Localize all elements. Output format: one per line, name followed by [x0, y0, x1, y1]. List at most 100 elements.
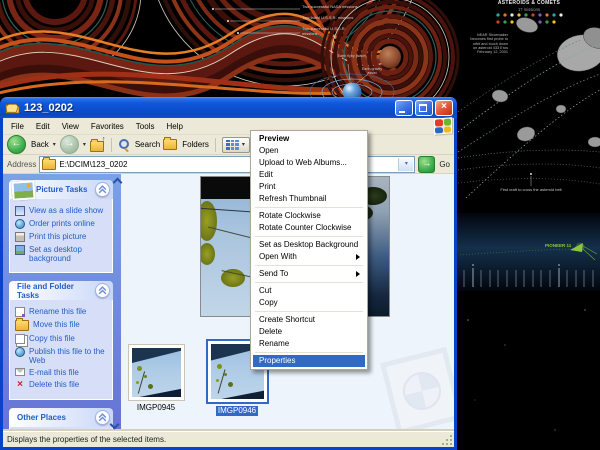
context-menu-item-open-with[interactable]: Open With [253, 251, 365, 263]
context-menu-item-upload-web-albums[interactable]: Upload to Web Albums... [253, 157, 365, 169]
context-menu-item-edit[interactable]: Edit [253, 169, 365, 181]
context-menu-item-delete[interactable]: Delete [253, 326, 365, 338]
minimize-button[interactable] [395, 100, 413, 116]
menu-edit[interactable]: Edit [30, 120, 56, 133]
back-dropdown-icon[interactable]: ▾ [53, 141, 56, 148]
forward-dropdown-icon[interactable]: ▾ [83, 141, 86, 148]
address-dropdown-button[interactable]: ▾ [398, 158, 413, 171]
task-view-as-slideshow[interactable]: View as a slide show [15, 206, 109, 216]
window-main: Picture Tasks View as a slide show Order… [3, 174, 454, 431]
panel-other-places-header[interactable]: Other Places [9, 408, 113, 427]
order-prints-icon [15, 219, 25, 229]
views-grid-icon [226, 140, 239, 150]
window-title: 123_0202 [24, 102, 393, 114]
up-button[interactable]: ↑ [90, 137, 105, 152]
wallpaper-mission-note-1: Two successful NASA missions [302, 5, 360, 10]
wallpaper-earth-gravity-label: Earth gravity assist [357, 67, 387, 75]
explorer-window: 123_0202 × File Edit View Favorites Tool… [0, 97, 457, 450]
thumbnail-image[interactable] [132, 348, 181, 397]
panel-file-folder-tasks-header[interactable]: File and Folder Tasks [9, 281, 113, 300]
context-menu-item-rotate-counter-clockwise[interactable]: Rotate Counter Clockwise [253, 222, 365, 234]
context-menu-item-set-as-desktop-background[interactable]: Set as Desktop Background [253, 239, 365, 251]
context-menu-item-send-to[interactable]: Send To [253, 268, 365, 280]
task-copy-this-file[interactable]: Copy this file [15, 334, 109, 344]
context-menu-item-preview[interactable]: Preview [253, 133, 365, 145]
wallpaper-earth-flyby-label: Earth flyby (twice) [337, 54, 367, 58]
menu-separator [255, 236, 363, 237]
context-menu-item-cut[interactable]: Cut [253, 285, 365, 297]
resize-grip[interactable] [442, 435, 452, 445]
back-button[interactable]: ← [7, 135, 26, 154]
collapse-button[interactable] [95, 182, 110, 197]
window-frame: File Edit View Favorites Tools Help ← Ba… [0, 118, 457, 450]
context-menu-item-print[interactable]: Print [253, 181, 365, 193]
delete-icon: × [15, 380, 25, 390]
folders-icon[interactable] [163, 139, 177, 150]
go-button[interactable]: → [418, 156, 435, 173]
panel-body: Rename this file Move this file Copy thi… [9, 300, 113, 400]
email-icon [15, 368, 25, 376]
context-menu-item-open[interactable]: Open [253, 145, 365, 157]
forward-button[interactable]: → [60, 135, 79, 154]
file-imgp0945[interactable]: IMGP0945 [127, 344, 185, 413]
menu-view[interactable]: View [56, 120, 85, 133]
collapse-button[interactable] [95, 283, 110, 298]
go-label[interactable]: Go [439, 160, 450, 169]
picture-folder-watermark-icon [380, 347, 454, 431]
menu-separator [255, 352, 363, 353]
context-menu-item-rename[interactable]: Rename [253, 338, 365, 350]
toolbar: ← Back ▾ → ▾ ↑ Search Folders ▾ [3, 135, 454, 155]
address-bar: Address ▾ → Go [3, 155, 454, 174]
collapse-button[interactable] [95, 410, 110, 425]
search-label[interactable]: Search [135, 140, 160, 149]
picture-tasks-icon [11, 180, 35, 201]
context-menu-item-rotate-clockwise[interactable]: Rotate Clockwise [253, 210, 365, 222]
wallpaper-asteroids-title: ASTEROIDS & COMETS [497, 1, 561, 7]
menu-separator [255, 282, 363, 283]
context-menu-item-refresh-thumbnail[interactable]: Refresh Thumbnail [253, 193, 365, 205]
task-delete-this-file[interactable]: × Delete this file [15, 380, 109, 390]
menu-file[interactable]: File [5, 120, 30, 133]
views-button[interactable]: ▾ [222, 137, 250, 153]
task-publish-this-file[interactable]: Publish this file to the Web [15, 347, 109, 365]
panel-picture-tasks-header[interactable]: Picture Tasks [9, 180, 113, 199]
copy-icon [15, 334, 25, 344]
wallpaper-mission-note-3: Two successful U.S.S.R. missions [302, 27, 360, 36]
context-menu: Preview Open Upload to Web Albums... Edi… [250, 130, 368, 370]
slideshow-icon [15, 206, 25, 216]
search-icon[interactable] [118, 139, 130, 151]
task-label: E-mail this file [29, 368, 109, 377]
maximize-button[interactable] [415, 100, 433, 116]
rename-icon [15, 307, 25, 317]
task-print-this-picture[interactable]: Print this picture [15, 232, 109, 242]
back-label[interactable]: Back [31, 140, 49, 149]
menu-favorites[interactable]: Favorites [85, 120, 130, 133]
menu-tools[interactable]: Tools [130, 120, 161, 133]
folders-label[interactable]: Folders [182, 140, 209, 149]
menu-help[interactable]: Help [160, 120, 188, 133]
context-menu-item-properties[interactable]: Properties [253, 355, 365, 367]
task-set-as-desktop-background[interactable]: Set as desktop background [15, 245, 109, 263]
wallpaper-asteroids-missions: 17 missions [497, 8, 561, 13]
wallpaper-pioneer-label: PIONEER 11 [545, 243, 571, 248]
wallpaper-near-note: NEAR Shoemaker becomes first probe to or… [468, 33, 508, 55]
task-label: Delete this file [29, 380, 109, 389]
close-button[interactable]: × [435, 100, 453, 116]
titlebar[interactable]: 123_0202 × [0, 97, 457, 118]
panel-picture-tasks: Picture Tasks View as a slide show Order… [9, 180, 113, 273]
context-menu-item-copy[interactable]: Copy [253, 297, 365, 309]
task-rename-this-file[interactable]: Rename this file [15, 307, 109, 317]
status-bar: Displays the properties of the selected … [3, 431, 454, 447]
task-label: Publish this file to the Web [29, 347, 109, 365]
file-name-label-selected[interactable]: IMGP0946 [216, 406, 258, 416]
panel-body: View as a slide show Order prints online… [9, 199, 113, 273]
task-label: Order prints online [29, 219, 109, 228]
task-email-this-file[interactable]: E-mail this file [15, 368, 109, 377]
windows-logo-icon [434, 117, 452, 135]
task-order-prints-online[interactable]: Order prints online [15, 219, 109, 229]
task-move-this-file[interactable]: Move this file [15, 320, 109, 331]
file-name-label[interactable]: IMGP0945 [135, 403, 177, 413]
task-pane: Picture Tasks View as a slide show Order… [3, 174, 121, 431]
up-arrow-icon: ↑ [101, 134, 106, 144]
context-menu-item-create-shortcut[interactable]: Create Shortcut [253, 314, 365, 326]
